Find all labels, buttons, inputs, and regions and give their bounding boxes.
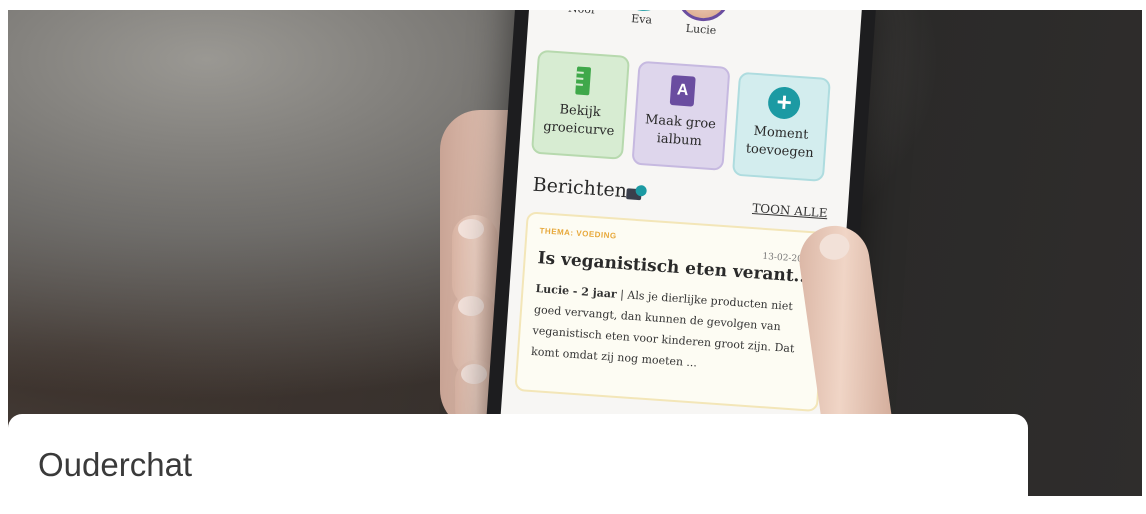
tile-label: Bekijk groeicurve <box>542 102 615 140</box>
growth-curve-button[interactable]: Bekijk groeicurve <box>530 49 631 160</box>
tile-label: Maak groe ialbum <box>644 112 717 150</box>
panel-title: Ouderchat <box>38 446 193 483</box>
avatar-label: Eva <box>630 12 653 27</box>
content-panel: Ouderchat <box>8 414 1028 514</box>
make-album-button[interactable]: A Maak groe ialbum <box>631 60 731 171</box>
photo-album-icon: A <box>669 75 696 107</box>
card-body: Lucie - 2 jaar | Als je dierlijke produc… <box>530 278 815 381</box>
plus-circle-icon: + <box>767 85 802 121</box>
card-theme: THEMA: VOEDING <box>539 226 617 241</box>
show-all-link[interactable]: TOON ALLE <box>752 201 828 220</box>
messages-icon <box>626 184 648 201</box>
message-card[interactable]: THEMA: VOEDING 13-02-2023 Is veganistisc… <box>514 211 831 413</box>
frame-border <box>0 0 1146 10</box>
add-moment-button[interactable]: + Moment toevoegen <box>731 71 831 182</box>
frame-border <box>1142 0 1146 496</box>
messages-title: Berichten <box>532 173 628 203</box>
card-author: Lucie - 2 jaar <box>535 282 618 301</box>
tile-label: Moment toevoegen <box>745 123 815 162</box>
ruler-icon <box>575 66 592 96</box>
frame-border <box>0 0 8 496</box>
card-excerpt: Als je dierlijke producten niet goed ver… <box>530 288 795 370</box>
avatar-label: Lucie <box>685 21 717 38</box>
quick-actions: Bekijk groeicurve A Maak groe ialbum + M… <box>530 49 848 182</box>
